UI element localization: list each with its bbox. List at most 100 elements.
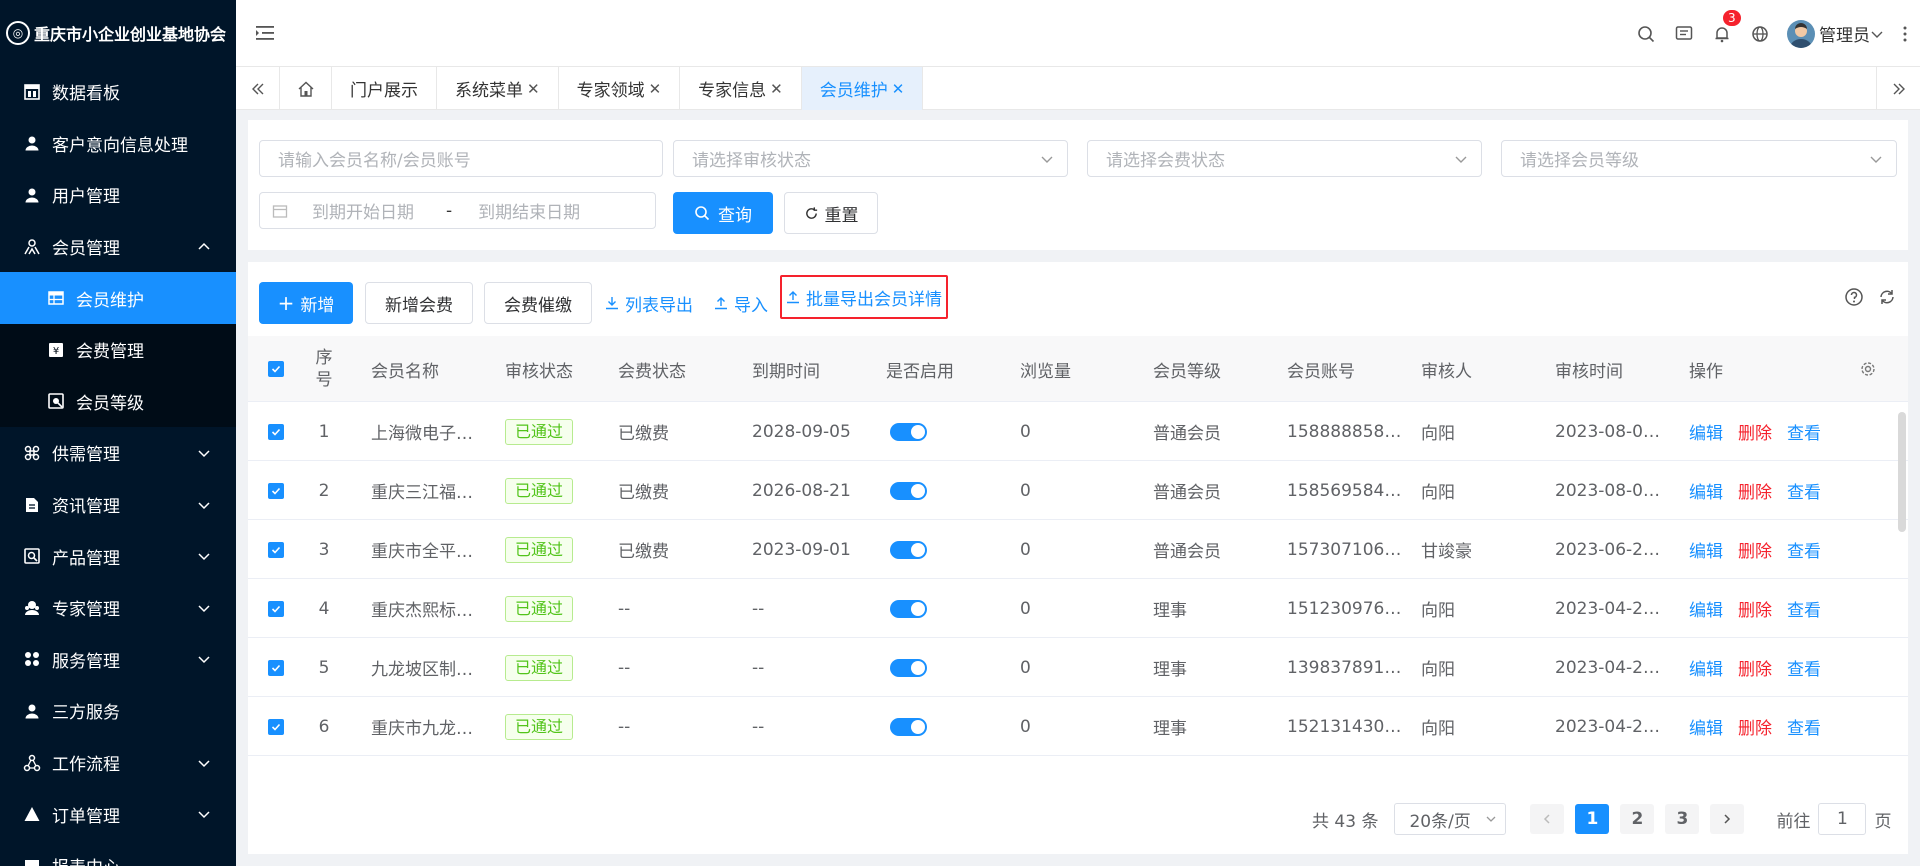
sidebar-item-13[interactable]: 工作流程 xyxy=(0,737,236,789)
sidebar-item-1[interactable]: 客户意向信息处理 xyxy=(0,118,236,170)
prev-page-button[interactable] xyxy=(1530,804,1565,834)
message-icon[interactable] xyxy=(1665,0,1703,67)
user-menu[interactable]: 管理员 xyxy=(1779,0,1890,67)
help-circle-icon[interactable] xyxy=(1844,287,1864,307)
add-fee-button[interactable]: 新增会费 xyxy=(365,282,473,324)
sidebar-item-12[interactable]: 三方服务 xyxy=(0,685,236,737)
goto-page-input[interactable]: 1 xyxy=(1818,803,1867,835)
delete-link[interactable]: 删除 xyxy=(1738,478,1772,503)
delete-link[interactable]: 删除 xyxy=(1738,655,1772,680)
app-logo[interactable]: ◎ 重庆市小企业创业基地协会 xyxy=(0,0,236,66)
table-scrollbar[interactable] xyxy=(1898,412,1906,532)
search-icon[interactable] xyxy=(1627,0,1665,67)
edit-link[interactable]: 编辑 xyxy=(1689,478,1723,503)
select-all-checkbox[interactable] xyxy=(268,336,284,402)
sidebar-item-5[interactable]: ¥ 会费管理 xyxy=(0,323,236,376)
table-row[interactable]: 3 重庆市全平… 已通过 已缴费 2023-09-01 0 普通会员 157307106… 甘竣… xyxy=(248,520,1908,579)
delete-link[interactable]: 删除 xyxy=(1738,419,1772,444)
member-level-select[interactable]: 请选择会员等级 xyxy=(1501,140,1897,177)
query-button[interactable]: 查询 xyxy=(673,192,773,234)
tab-4[interactable]: 会员维护 ✕ xyxy=(801,67,924,110)
reset-button[interactable]: 重置 xyxy=(784,192,878,234)
menu-fold-icon[interactable] xyxy=(254,22,276,44)
view-link[interactable]: 查看 xyxy=(1787,655,1821,680)
tab-home[interactable] xyxy=(280,67,332,110)
enabled-toggle[interactable] xyxy=(890,717,927,736)
import-link[interactable]: 导入 xyxy=(714,282,768,324)
export-list-link[interactable]: 列表导出 xyxy=(605,282,693,324)
row-checkbox[interactable] xyxy=(268,638,284,697)
enabled-toggle[interactable] xyxy=(890,540,927,559)
delete-link[interactable]: 删除 xyxy=(1738,596,1772,621)
language-globe-icon[interactable] xyxy=(1741,0,1779,67)
table-row[interactable]: 6 重庆市九龙… 已通过 -- -- 0 理事 152131430… 向阳 2023-04-2… 编… xyxy=(248,697,1908,756)
table-row[interactable]: 2 重庆三江福… 已通过 已缴费 2026-08-21 0 普通会员 158569584… 向阳… xyxy=(248,461,1908,520)
audit-status-select[interactable]: 请选择审核状态 xyxy=(673,140,1068,177)
tabs-scroll-right-icon[interactable] xyxy=(1876,67,1920,110)
edit-link[interactable]: 编辑 xyxy=(1689,714,1723,739)
sidebar-item-11[interactable]: 服务管理 xyxy=(0,634,236,686)
next-page-button[interactable] xyxy=(1710,804,1745,834)
sidebar-item-9[interactable]: 产品管理 xyxy=(0,530,236,582)
enabled-toggle[interactable] xyxy=(890,658,927,677)
sidebar-item-15[interactable]: 报表中心 xyxy=(0,840,236,866)
batch-export-member-details-link[interactable]: 批量导出会员详情 xyxy=(780,275,948,319)
table-row[interactable]: 5 九龙坡区制… 已通过 -- -- 0 理事 139837891… 向阳 2023-04-2… 编… xyxy=(248,638,1908,697)
view-link[interactable]: 查看 xyxy=(1787,714,1821,739)
view-link[interactable]: 查看 xyxy=(1787,596,1821,621)
page-3-button[interactable]: 3 xyxy=(1665,804,1700,834)
view-link[interactable]: 查看 xyxy=(1787,419,1821,444)
fee-reminder-button[interactable]: 会费催缴 xyxy=(484,282,592,324)
sidebar-item-8[interactable]: 资讯管理 xyxy=(0,479,236,531)
edit-link[interactable]: 编辑 xyxy=(1689,537,1723,562)
member-search-input[interactable]: 请输入会员名称/会员账号 xyxy=(259,140,663,177)
close-icon[interactable]: ✕ xyxy=(527,80,540,98)
notification-bell-icon[interactable]: 3 xyxy=(1703,0,1741,67)
table-row[interactable]: 7 重庆鹏胜包… 已通过 -- -- 0 理事 133680610… 向阳 2023-04-1… 编… xyxy=(248,756,1908,758)
table-row[interactable]: 4 重庆杰熙标… 已通过 -- -- 0 理事 151230976… 向阳 2023-04-2… 编… xyxy=(248,579,1908,638)
close-icon[interactable]: ✕ xyxy=(649,80,662,98)
delete-link[interactable]: 删除 xyxy=(1738,537,1772,562)
sidebar-item-6[interactable]: 会员等级 xyxy=(0,375,236,428)
sidebar-item-0[interactable]: 数据看板 xyxy=(0,66,236,118)
add-button[interactable]: + 新增 xyxy=(259,282,353,324)
edit-link[interactable]: 编辑 xyxy=(1689,655,1723,680)
page-1-button[interactable]: 1 xyxy=(1575,804,1610,834)
delete-link[interactable]: 删除 xyxy=(1738,714,1772,739)
edit-link[interactable]: 编辑 xyxy=(1689,596,1723,621)
end-date-input[interactable]: 到期结束日期 xyxy=(478,198,580,223)
column-settings-gear-icon[interactable] xyxy=(1860,336,1876,402)
enabled-toggle[interactable] xyxy=(890,422,927,441)
page-2-button[interactable]: 2 xyxy=(1620,804,1655,834)
close-icon[interactable]: ✕ xyxy=(892,80,905,98)
row-checkbox[interactable] xyxy=(268,579,284,638)
start-date-input[interactable]: 到期开始日期 xyxy=(312,198,432,223)
tabs-scroll-left-icon[interactable] xyxy=(236,67,280,110)
sidebar-item-14[interactable]: 订单管理 xyxy=(0,788,236,840)
row-checkbox[interactable] xyxy=(268,461,284,520)
sidebar-item-4[interactable]: 会员维护 xyxy=(0,272,236,324)
page-size-select[interactable]: 20条/页 xyxy=(1394,803,1507,835)
sidebar-item-2[interactable]: 用户管理 xyxy=(0,169,236,221)
close-icon[interactable]: ✕ xyxy=(770,80,783,98)
row-checkbox[interactable] xyxy=(268,402,284,461)
sidebar-item-7[interactable]: 供需管理 xyxy=(0,427,236,479)
sidebar-item-3[interactable]: 会员管理 xyxy=(0,221,236,273)
more-vertical-icon[interactable] xyxy=(1890,0,1920,67)
row-checkbox[interactable] xyxy=(268,697,284,756)
view-link[interactable]: 查看 xyxy=(1787,537,1821,562)
enabled-toggle[interactable] xyxy=(890,599,927,618)
row-checkbox[interactable] xyxy=(268,520,284,579)
tab-3[interactable]: 专家信息 ✕ xyxy=(680,67,802,110)
tab-2[interactable]: 专家领域 ✕ xyxy=(559,67,681,110)
view-link[interactable]: 查看 xyxy=(1787,478,1821,503)
expire-date-range[interactable]: 到期开始日期 - 到期结束日期 xyxy=(259,192,656,229)
refresh-icon[interactable] xyxy=(1878,288,1896,306)
tab-0[interactable]: 门户展示 xyxy=(332,67,437,110)
enabled-toggle[interactable] xyxy=(890,481,927,500)
row-checkbox[interactable] xyxy=(268,756,284,758)
fee-status-select[interactable]: 请选择会费状态 xyxy=(1087,140,1482,177)
edit-link[interactable]: 编辑 xyxy=(1689,419,1723,444)
table-row[interactable]: 1 上海微电子… 已通过 已缴费 2028-09-05 0 普通会员 158888858… 向阳… xyxy=(248,402,1908,461)
tab-1[interactable]: 系统菜单 ✕ xyxy=(437,67,559,110)
